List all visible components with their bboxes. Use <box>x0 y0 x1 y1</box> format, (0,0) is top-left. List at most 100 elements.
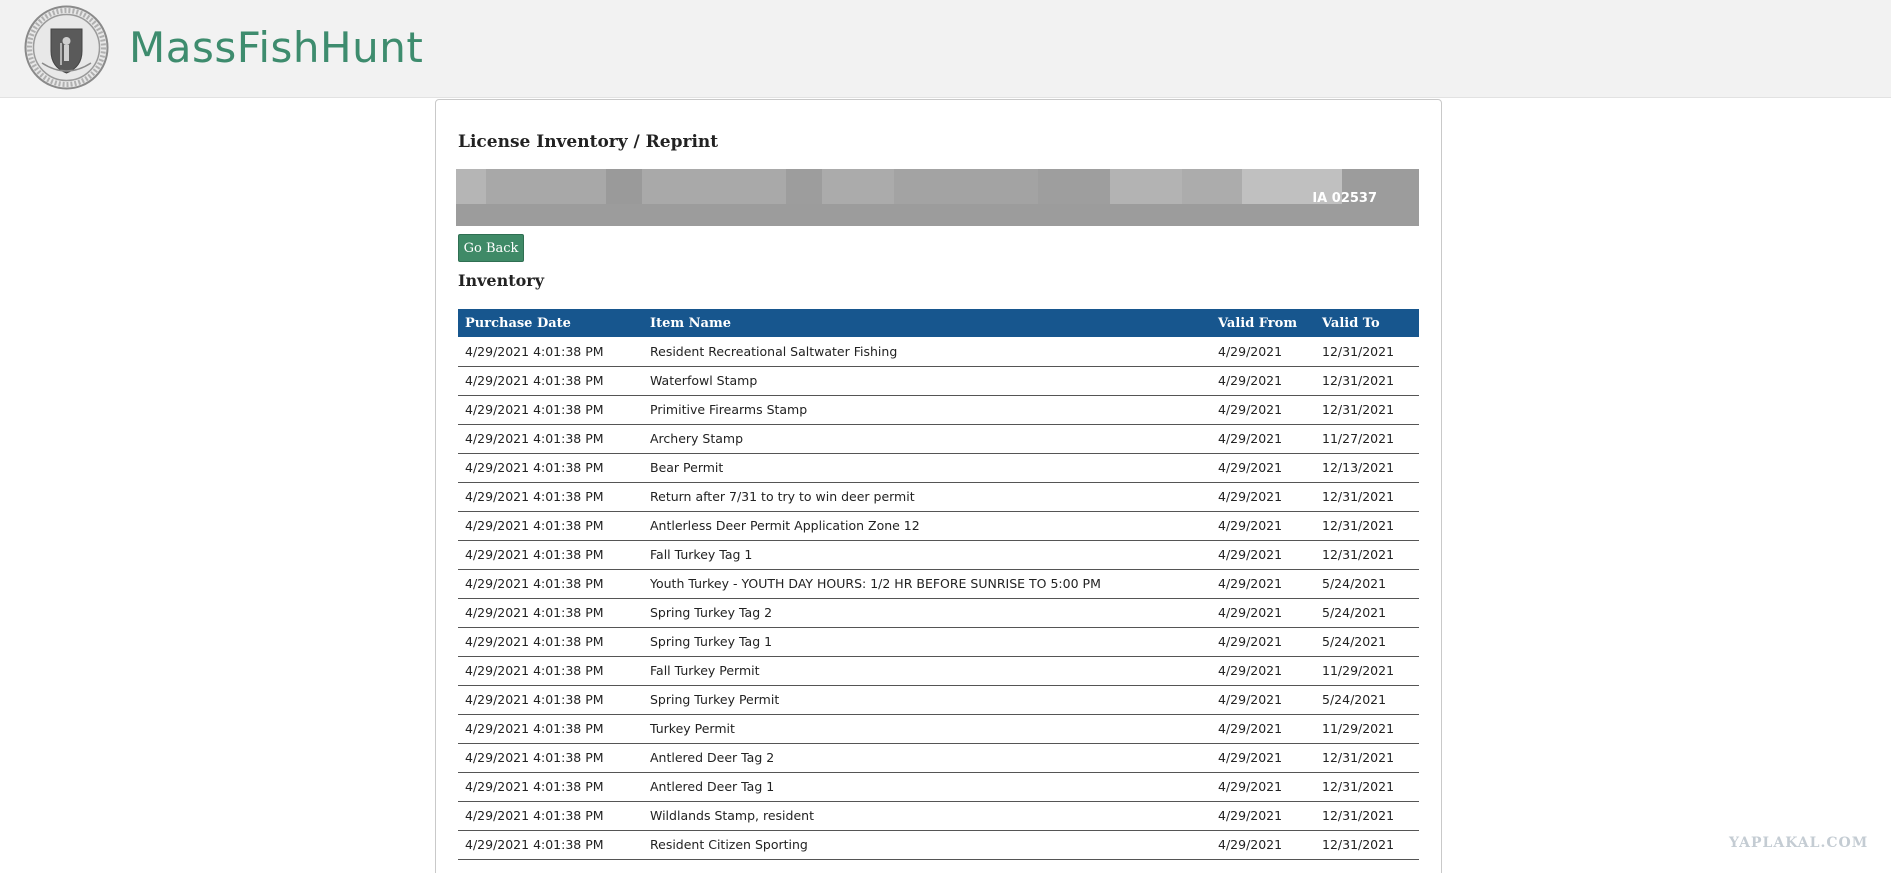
site-title[interactable]: MassFishHunt <box>129 18 423 78</box>
valid-from-cell: 4/29/2021 <box>1211 743 1315 773</box>
table-row[interactable]: 4/29/2021 4:01:38 PM Wildlands Stamp, res… <box>458 801 1419 831</box>
purchase-date-cell: 4/29/2021 4:01:38 PM <box>458 337 643 367</box>
valid-to-cell: 12/31/2021 <box>1315 830 1419 860</box>
license-inventory-panel: License Inventory / Reprint IA 02537 Go … <box>435 99 1442 873</box>
valid-from-cell: 4/29/2021 <box>1211 395 1315 425</box>
valid-to-cell: 12/31/2021 <box>1315 511 1419 541</box>
column-header-item-name[interactable]: Item Name <box>643 309 1211 337</box>
item-name-cell: Youth Turkey - YOUTH DAY HOURS: 1/2 HR B… <box>643 569 1211 599</box>
table-row[interactable]: 4/29/2021 4:01:38 PM Antlered Deer Tag 14… <box>458 772 1419 802</box>
item-name-cell: Resident Recreational Saltwater Fishing <box>643 337 1211 367</box>
item-name-cell: Antlerless Deer Permit Application Zone … <box>643 511 1211 541</box>
inventory-table: Purchase Date Item Name Valid From Valid… <box>458 309 1419 860</box>
item-name-cell: Bear Permit <box>643 453 1211 483</box>
item-name-cell: Antlered Deer Tag 1 <box>643 772 1211 802</box>
watermark-text: YAPLAKAL.COM <box>1729 835 1869 851</box>
valid-from-cell: 4/29/2021 <box>1211 366 1315 396</box>
purchase-date-cell: 4/29/2021 4:01:38 PM <box>458 540 643 570</box>
valid-from-cell: 4/29/2021 <box>1211 685 1315 715</box>
table-row[interactable]: 4/29/2021 4:01:38 PM Bear Permit 4/29/2021… <box>458 453 1419 483</box>
valid-to-cell: 12/31/2021 <box>1315 743 1419 773</box>
valid-to-cell: 11/29/2021 <box>1315 656 1419 686</box>
valid-to-cell: 12/31/2021 <box>1315 482 1419 512</box>
column-header-valid-from[interactable]: Valid From <box>1211 309 1315 337</box>
valid-from-cell: 4/29/2021 <box>1211 830 1315 860</box>
valid-from-cell: 4/29/2021 <box>1211 627 1315 657</box>
purchase-date-cell: 4/29/2021 4:01:38 PM <box>458 511 643 541</box>
state-seal-icon <box>24 5 109 90</box>
item-name-cell: Spring Turkey Permit <box>643 685 1211 715</box>
item-name-cell: Return after 7/31 to try to win deer per… <box>643 482 1211 512</box>
table-row[interactable]: 4/29/2021 4:01:38 PM Spring Turkey Tag 24… <box>458 598 1419 628</box>
table-row[interactable]: 4/29/2021 4:01:38 PM Turkey Permit 4/29/20… <box>458 714 1419 744</box>
valid-to-cell: 11/29/2021 <box>1315 714 1419 744</box>
purchase-date-cell: 4/29/2021 4:01:38 PM <box>458 453 643 483</box>
purchase-date-cell: 4/29/2021 4:01:38 PM <box>458 656 643 686</box>
valid-from-cell: 4/29/2021 <box>1211 424 1315 454</box>
valid-from-cell: 4/29/2021 <box>1211 569 1315 599</box>
table-row[interactable]: 4/29/2021 4:01:38 PM Spring Turkey Permit… <box>458 685 1419 715</box>
page-title: License Inventory / Reprint <box>458 132 719 152</box>
purchase-date-cell: 4/29/2021 4:01:38 PM <box>458 598 643 628</box>
valid-from-cell: 4/29/2021 <box>1211 801 1315 831</box>
table-row[interactable]: 4/29/2021 4:01:38 PM Fall Turkey Permit 4/… <box>458 656 1419 686</box>
table-row[interactable]: 4/29/2021 4:01:38 PM Return after 7/31 to… <box>458 482 1419 512</box>
valid-to-cell: 12/31/2021 <box>1315 540 1419 570</box>
column-header-purchase-date[interactable]: Purchase Date <box>458 309 643 337</box>
table-row[interactable]: 4/29/2021 4:01:38 PM Spring Turkey Tag 14… <box>458 627 1419 657</box>
purchase-date-cell: 4/29/2021 4:01:38 PM <box>458 830 643 860</box>
item-name-cell: Fall Turkey Permit <box>643 656 1211 686</box>
valid-from-cell: 4/29/2021 <box>1211 656 1315 686</box>
table-row[interactable]: 4/29/2021 4:01:38 PM Primitive Firearms S… <box>458 395 1419 425</box>
valid-to-cell: 12/13/2021 <box>1315 453 1419 483</box>
item-name-cell: Waterfowl Stamp <box>643 366 1211 396</box>
valid-to-cell: 12/31/2021 <box>1315 395 1419 425</box>
table-row[interactable]: 4/29/2021 4:01:38 PM Fall Turkey Tag 1 4/2… <box>458 540 1419 570</box>
purchase-date-cell: 4/29/2021 4:01:38 PM <box>458 482 643 512</box>
table-row[interactable]: 4/29/2021 4:01:38 PM Resident Citizen Spo… <box>458 830 1419 860</box>
column-header-valid-to[interactable]: Valid To <box>1315 309 1419 337</box>
purchase-date-cell: 4/29/2021 4:01:38 PM <box>458 772 643 802</box>
go-back-button[interactable]: Go Back <box>458 234 524 262</box>
item-name-cell: Archery Stamp <box>643 424 1211 454</box>
valid-from-cell: 4/29/2021 <box>1211 540 1315 570</box>
table-header-row: Purchase Date Item Name Valid From Valid… <box>458 309 1419 337</box>
table-row[interactable]: 4/29/2021 4:01:38 PM Youth Turkey - YOUTH… <box>458 569 1419 599</box>
table-row[interactable]: 4/29/2021 4:01:38 PM Resident Recreationa… <box>458 337 1419 367</box>
valid-to-cell: 12/31/2021 <box>1315 366 1419 396</box>
valid-to-cell: 5/24/2021 <box>1315 627 1419 657</box>
item-name-cell: Spring Turkey Tag 1 <box>643 627 1211 657</box>
purchase-date-cell: 4/29/2021 4:01:38 PM <box>458 366 643 396</box>
valid-from-cell: 4/29/2021 <box>1211 482 1315 512</box>
purchase-date-cell: 4/29/2021 4:01:38 PM <box>458 743 643 773</box>
site-header: MassFishHunt <box>0 0 1891 98</box>
valid-from-cell: 4/29/2021 <box>1211 453 1315 483</box>
valid-to-cell: 12/31/2021 <box>1315 337 1419 367</box>
purchase-date-cell: 4/29/2021 4:01:38 PM <box>458 424 643 454</box>
valid-to-cell: 5/24/2021 <box>1315 569 1419 599</box>
purchase-date-cell: 4/29/2021 4:01:38 PM <box>458 685 643 715</box>
valid-from-cell: 4/29/2021 <box>1211 337 1315 367</box>
table-row[interactable]: 4/29/2021 4:01:38 PM Antlered Deer Tag 24… <box>458 743 1419 773</box>
customer-address-text: IA 02537 <box>1312 191 1377 206</box>
purchase-date-cell: 4/29/2021 4:01:38 PM <box>458 714 643 744</box>
inventory-heading: Inventory <box>458 271 545 290</box>
item-name-cell: Turkey Permit <box>643 714 1211 744</box>
purchase-date-cell: 4/29/2021 4:01:38 PM <box>458 395 643 425</box>
inventory-table-body: 4/29/2021 4:01:38 PM Resident Recreationa… <box>458 337 1419 860</box>
valid-from-cell: 4/29/2021 <box>1211 511 1315 541</box>
valid-to-cell: 5/24/2021 <box>1315 598 1419 628</box>
valid-to-cell: 12/31/2021 <box>1315 801 1419 831</box>
item-name-cell: Fall Turkey Tag 1 <box>643 540 1211 570</box>
purchase-date-cell: 4/29/2021 4:01:38 PM <box>458 801 643 831</box>
table-row[interactable]: 4/29/2021 4:01:38 PM Waterfowl Stamp 4/29/… <box>458 366 1419 396</box>
table-row[interactable]: 4/29/2021 4:01:38 PM Antlerless Deer Perm… <box>458 511 1419 541</box>
item-name-cell: Resident Citizen Sporting <box>643 830 1211 860</box>
valid-from-cell: 4/29/2021 <box>1211 598 1315 628</box>
valid-to-cell: 5/24/2021 <box>1315 685 1419 715</box>
table-row[interactable]: 4/29/2021 4:01:38 PM Archery Stamp 4/29/20… <box>458 424 1419 454</box>
purchase-date-cell: 4/29/2021 4:01:38 PM <box>458 627 643 657</box>
item-name-cell: Spring Turkey Tag 2 <box>643 598 1211 628</box>
valid-to-cell: 11/27/2021 <box>1315 424 1419 454</box>
item-name-cell: Antlered Deer Tag 2 <box>643 743 1211 773</box>
